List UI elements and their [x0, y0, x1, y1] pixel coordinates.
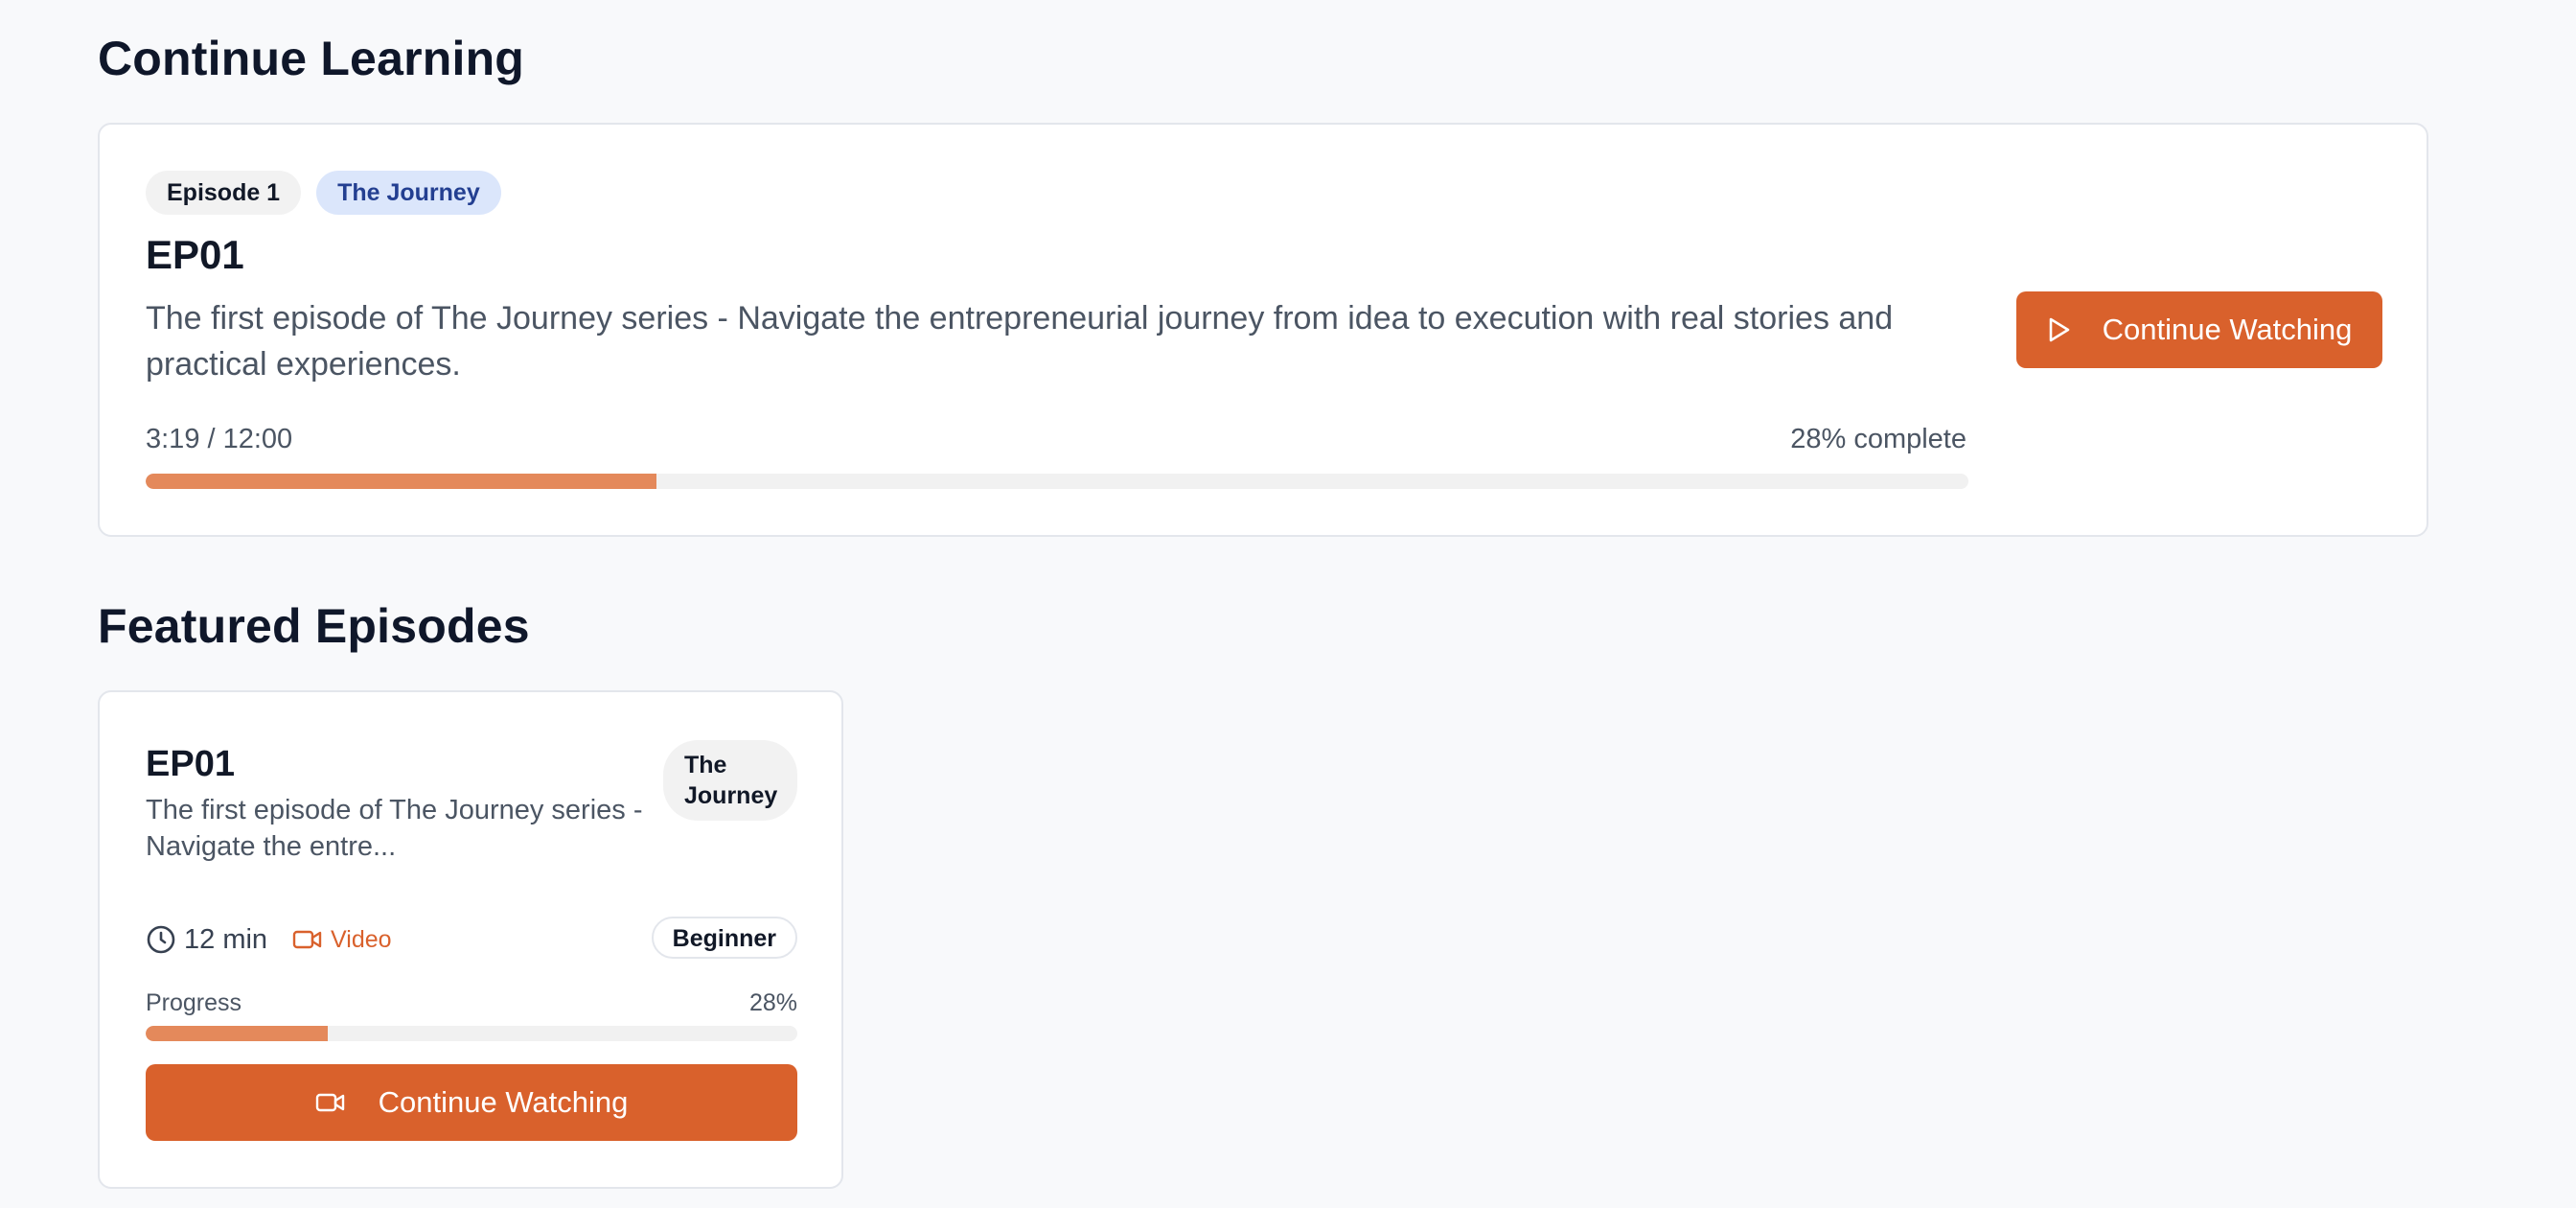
badge-row: Episode 1 The Journey	[146, 171, 501, 215]
play-icon	[2047, 316, 2072, 343]
complete-percent: 28% complete	[1790, 424, 1966, 454]
video-camera-icon	[315, 1091, 346, 1114]
episode-progress-bar-fill	[146, 1026, 329, 1041]
episode-card[interactable]: EP01 The first episode of The Journey se…	[98, 690, 843, 1189]
episode-progress-bar	[146, 1026, 797, 1041]
episode-card-meta: 12 min Video	[146, 918, 392, 961]
episode-card-series-badge: The Journey	[663, 740, 797, 821]
continue-learning-card: Episode 1 The Journey EP01 The first epi…	[98, 123, 2428, 537]
clock-icon	[146, 924, 176, 955]
episode-type: Video	[331, 925, 392, 953]
episode-description: The first episode of The Journey series …	[146, 300, 1894, 383]
continue-learning-heading: Continue Learning	[98, 32, 525, 85]
continue-watching-label: Continue Watching	[2102, 313, 2353, 346]
episode-duration: 12 min	[184, 923, 268, 955]
progress-bar-fill	[146, 474, 656, 489]
continue-watching-button[interactable]: Continue Watching	[2016, 291, 2382, 368]
progress-percent: 28%	[748, 989, 797, 1016]
episode-title: EP01	[146, 232, 244, 277]
level-badge: Beginner	[651, 917, 797, 959]
series-badge: The Journey	[316, 171, 501, 215]
episode-card-title: EP01	[146, 744, 235, 784]
episode-continue-watching-button[interactable]: Continue Watching	[146, 1064, 797, 1141]
progress-label: Progress	[146, 989, 242, 1016]
progress-bar	[146, 474, 1968, 489]
episode-badge: Episode 1	[146, 171, 302, 215]
episode-continue-watching-label: Continue Watching	[378, 1085, 629, 1119]
episode-card-description: The first episode of The Journey series …	[146, 795, 643, 862]
time-progress: 3:19 / 12:00	[146, 424, 293, 454]
featured-episodes-heading: Featured Episodes	[98, 599, 530, 653]
video-camera-icon	[292, 928, 323, 951]
